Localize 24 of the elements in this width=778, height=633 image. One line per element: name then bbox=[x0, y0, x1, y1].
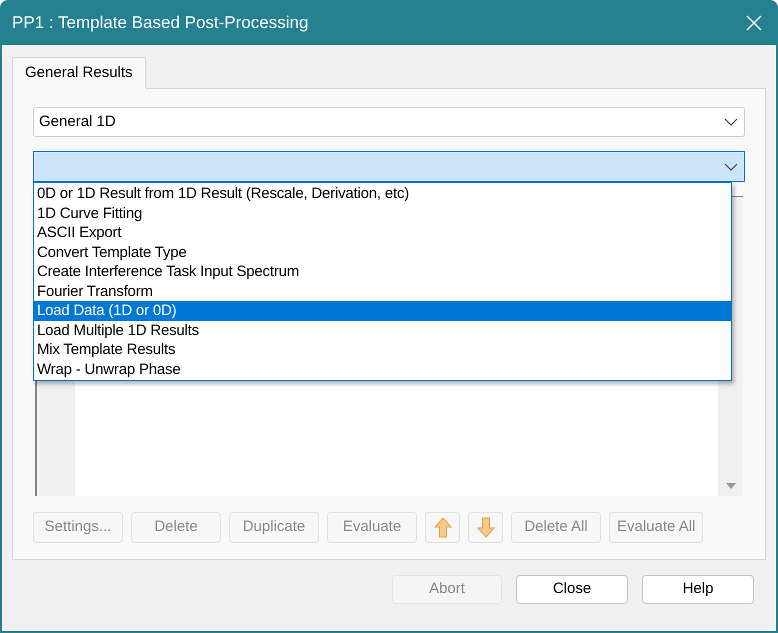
chevron-down-icon bbox=[724, 162, 738, 170]
dropdown-option[interactable]: Wrap - Unwrap Phase bbox=[34, 360, 731, 379]
close-icon[interactable] bbox=[746, 14, 762, 30]
dropdown-option[interactable]: Convert Template Type bbox=[34, 242, 731, 262]
category-dropdown[interactable]: General 1D bbox=[33, 107, 745, 137]
dropdown-option[interactable]: ASCII Export bbox=[34, 223, 731, 242]
tab[interactable]: General Results bbox=[12, 57, 146, 89]
window-title: PP1 : Template Based Post-Processing bbox=[12, 12, 308, 34]
dropdown-option[interactable]: 0D or 1D Result from 1D Result (Rescale, Derivation, etc) bbox=[34, 184, 731, 204]
dropdown-option[interactable]: Load Multiple 1D Results bbox=[34, 320, 731, 340]
scroll-down-icon[interactable] bbox=[724, 482, 736, 490]
arrow-up-icon bbox=[434, 517, 452, 538]
arrow-down-icon bbox=[476, 517, 494, 538]
dropdown-option[interactable]: Create Interference Task Input Spectrum bbox=[34, 262, 731, 282]
dropdown-option[interactable]: Fourier Transform bbox=[34, 282, 731, 301]
chevron-down-icon bbox=[724, 118, 738, 126]
move-down-button[interactable] bbox=[468, 512, 503, 543]
dialog-button[interactable]: Close bbox=[516, 575, 628, 604]
dialog-button[interactable]: Help bbox=[642, 575, 754, 604]
dropdown-option[interactable]: Mix Template Results bbox=[34, 340, 731, 360]
template-dropdown[interactable] bbox=[33, 151, 745, 182]
dropdown-option[interactable]: 1D Curve Fitting bbox=[34, 204, 731, 223]
dropdown-option[interactable]: Load Data (1D or 0D) bbox=[34, 301, 731, 320]
move-up-button[interactable] bbox=[425, 512, 460, 543]
